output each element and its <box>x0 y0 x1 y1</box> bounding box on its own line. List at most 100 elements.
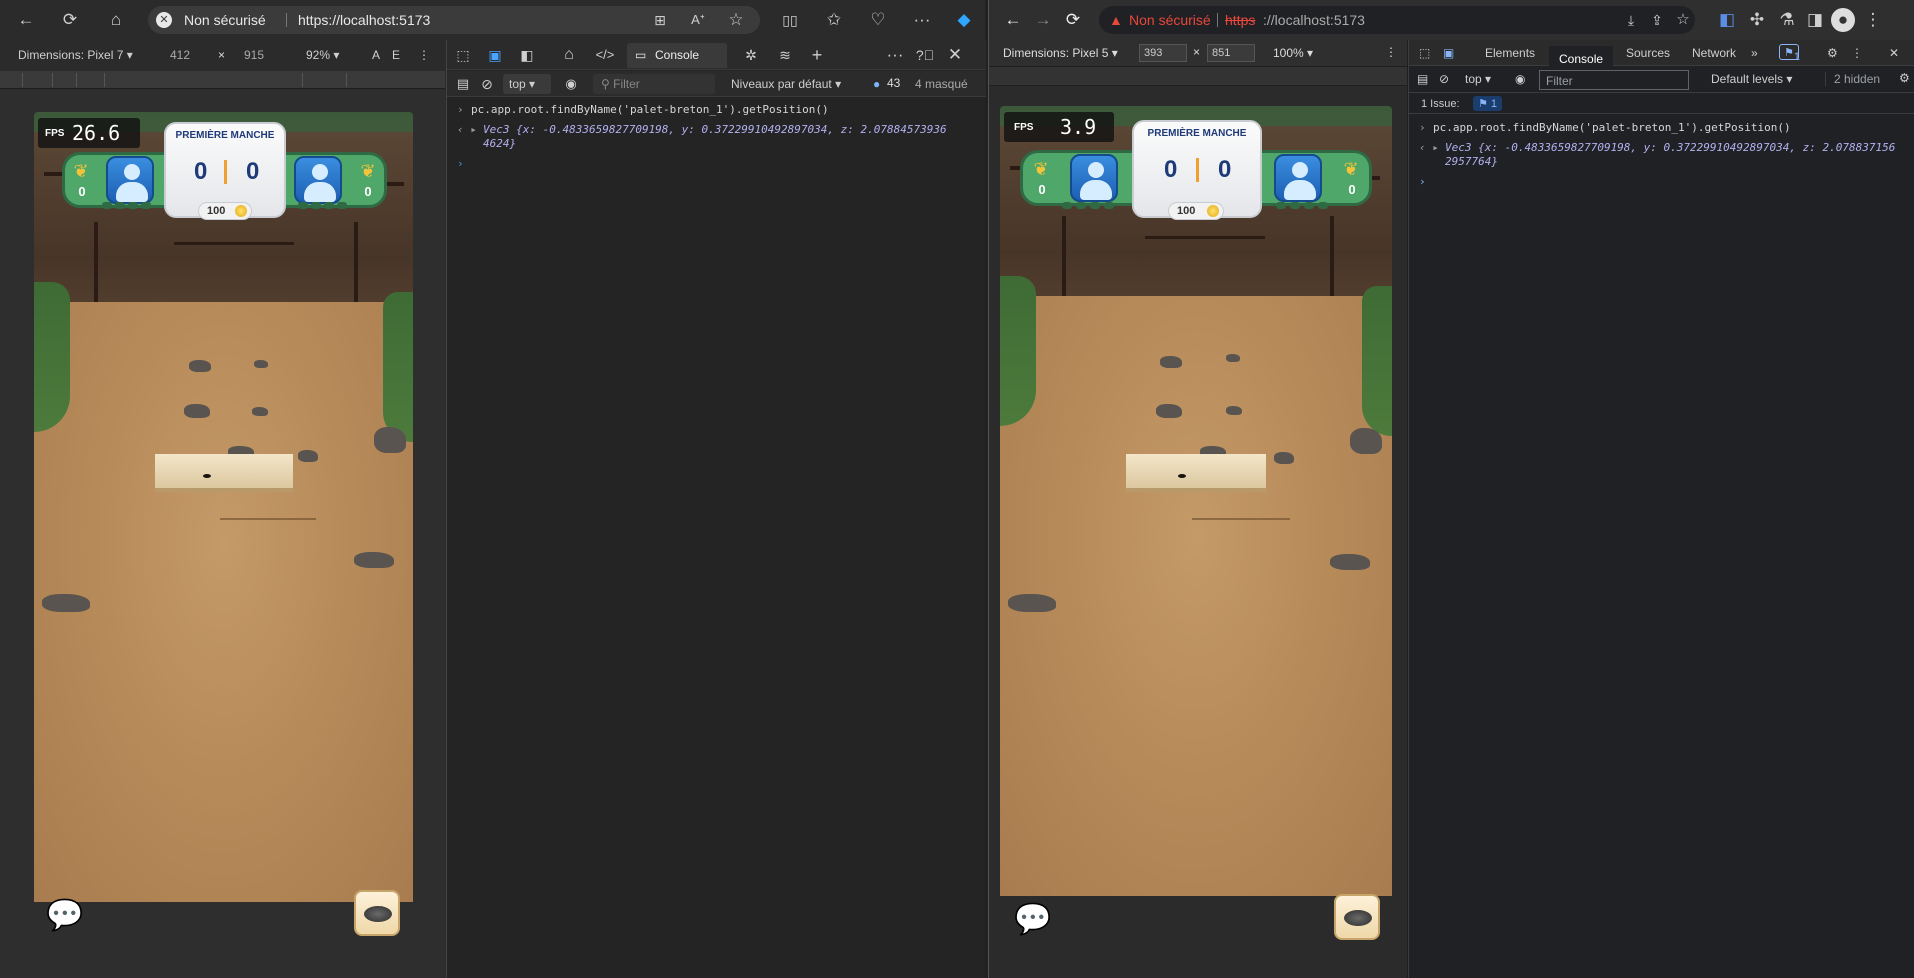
score-right: 0 <box>246 158 260 185</box>
side-panel-icon[interactable]: ◨ <box>1803 8 1827 32</box>
inspect-icon[interactable]: ⬚ <box>1419 46 1430 60</box>
kebab-icon[interactable]: ⋮ <box>1385 45 1397 59</box>
favorites-icon[interactable]: ✩ <box>822 8 846 32</box>
favorite-star-icon[interactable]: ☆ <box>724 8 748 32</box>
sidebar-toggle-icon[interactable]: ▤ <box>451 72 475 96</box>
live-expression-eye-icon[interactable]: ◉ <box>1515 72 1525 86</box>
more-tools-icon[interactable]: ··· <box>883 43 907 67</box>
url-text: https://localhost:5173 <box>298 12 431 28</box>
issues-count-badge[interactable]: ⚑ 1 <box>1473 96 1503 111</box>
throw-puck-button[interactable] <box>354 890 400 936</box>
width-input[interactable]: 393 <box>1139 44 1187 62</box>
tab-network[interactable]: Network <box>1692 46 1736 60</box>
health-icon[interactable]: ♡ <box>866 8 890 32</box>
dock-icon[interactable]: ◧ <box>515 43 539 67</box>
extensions-puzzle-icon[interactable]: ✣ <box>1745 8 1769 32</box>
apps-icon[interactable]: ⊞ <box>648 8 672 32</box>
device-toggle-icon[interactable]: ▣ <box>1443 46 1454 60</box>
device-emulation-icon[interactable]: ▣ <box>483 43 507 67</box>
player-avatar-left <box>106 156 154 204</box>
coin-amount: 100 <box>207 205 226 217</box>
chrome-menu-icon[interactable]: ⋮ <box>1861 8 1885 32</box>
device-select[interactable]: Dimensions: Pixel 5 ▾ <box>1003 46 1118 60</box>
width-input[interactable]: 412 <box>170 48 190 62</box>
context-select[interactable]: top ▾ <box>1465 72 1491 86</box>
settings-gear-icon[interactable]: ⚙ <box>1827 46 1838 60</box>
prompt-chevron-icon: › <box>457 103 464 116</box>
message-count: 43 <box>887 76 901 90</box>
tab-console[interactable]: ▭ Console <box>627 43 727 68</box>
edge-window: ← ⟳ ⌂ ✕ Non sécurisé https://localhost:5… <box>0 0 986 978</box>
tab-elements[interactable]: Elements <box>1485 46 1535 60</box>
sidebar-toggle-icon[interactable]: ▤ <box>1417 72 1428 86</box>
elements-icon[interactable]: </> <box>593 43 617 67</box>
chat-bubble-icon[interactable]: 💬 <box>1012 902 1054 938</box>
height-input[interactable]: 915 <box>244 48 264 62</box>
console-prompt[interactable]: › <box>1409 172 1914 192</box>
kebab-icon[interactable]: ⋮ <box>418 48 430 62</box>
issues-badge[interactable]: ⚑ 1 <box>1779 44 1800 63</box>
log-levels-select[interactable]: Niveaux par défaut ▾ <box>731 77 841 91</box>
dimension-separator: × <box>1193 45 1201 59</box>
throw-puck-button[interactable] <box>1334 894 1380 940</box>
issues-bar[interactable]: 1 Issue: ⚑ 1 <box>1409 94 1914 114</box>
chat-bubble-icon[interactable]: 💬 <box>44 898 86 934</box>
zoom-select[interactable]: 100% ▾ <box>1273 46 1313 60</box>
console-result-line[interactable]: ‹ ▸ Vec3 {x: -0.4833659827709198, y: 0.3… <box>447 120 986 154</box>
back-icon[interactable]: ← <box>1001 8 1025 32</box>
console-result-line[interactable]: ‹ ▸ Vec3 {x: -0.4833659827709198, y: 0.3… <box>1409 138 1914 172</box>
debug-bug-icon[interactable]: ✲ <box>739 43 763 67</box>
install-icon[interactable]: ⤓ <box>1619 8 1643 32</box>
live-expression-eye-icon[interactable]: ◉ <box>559 72 583 96</box>
more-tabs-icon[interactable]: » <box>1751 46 1758 60</box>
edge-toolbar: ← ⟳ ⌂ ✕ Non sécurisé https://localhost:5… <box>0 0 985 40</box>
welcome-home-icon[interactable]: ⌂ <box>557 43 581 67</box>
context-select[interactable]: top ▾ <box>503 74 551 94</box>
console-filter-input[interactable]: Filter <box>1539 70 1689 90</box>
console-output[interactable]: › pc.app.root.findByName('palet-breton_1… <box>447 100 986 174</box>
console-prompt[interactable]: › <box>447 154 986 174</box>
zoom-select[interactable]: 92% ▾ <box>306 48 339 62</box>
reload-icon[interactable]: ⟳ <box>1061 8 1085 32</box>
clear-console-icon[interactable]: ⊘ <box>475 72 499 96</box>
bookmark-star-icon[interactable]: ☆ <box>1671 8 1695 32</box>
add-tool-icon[interactable]: + <box>805 43 829 67</box>
copilot-icon[interactable]: ◆ <box>952 8 976 32</box>
warning-icon: ▲ <box>1109 12 1123 28</box>
laurel-trophy-icon: ❦ <box>360 161 376 181</box>
read-aloud-icon[interactable]: Aᐩ <box>686 8 710 32</box>
console-output[interactable]: › pc.app.root.findByName('palet-breton_1… <box>1409 118 1914 192</box>
profile-avatar-icon[interactable]: ● <box>1831 8 1855 32</box>
home-icon[interactable]: ⌂ <box>104 8 128 32</box>
close-devtools-icon[interactable]: ✕ <box>1889 46 1899 60</box>
forward-icon[interactable]: → <box>1031 8 1055 32</box>
close-devtools-icon[interactable]: ✕ <box>943 43 967 67</box>
share-icon[interactable]: ⇪ <box>1645 8 1669 32</box>
split-screen-icon[interactable]: ▯▯ <box>778 8 802 32</box>
more-icon[interactable]: ··· <box>910 8 934 32</box>
log-levels-select[interactable]: Default levels ▾ <box>1711 72 1792 86</box>
inspect-icon[interactable]: ⬚ <box>451 43 475 67</box>
score-left: 0 <box>1164 156 1178 183</box>
devtools-menu-icon[interactable]: ⋮ <box>1851 46 1863 60</box>
tab-sources[interactable]: Sources <box>1626 46 1670 60</box>
game-canvas[interactable]: FPS 26.6 ❦ ❦ 0 0 PREMIÈRE MANCHE 0 0 100 <box>34 112 413 954</box>
devtools-panel: ⬚ ▣ Elements Console Sources Network » ⚑… <box>1408 40 1914 978</box>
console-filter-input[interactable]: ⚲ Filter <box>593 74 715 94</box>
clear-console-icon[interactable]: ⊘ <box>1439 72 1449 86</box>
help-icon[interactable]: ?⃝ <box>913 43 937 67</box>
console-settings-gear-icon[interactable]: ⚙ <box>1899 71 1910 85</box>
network-wifi-icon[interactable]: ≋ <box>773 43 797 67</box>
player-avatar-left <box>1070 154 1118 202</box>
labs-flask-icon[interactable]: ⚗ <box>1775 8 1799 32</box>
sensor-icon[interactable]: E <box>392 48 400 62</box>
reload-icon[interactable]: ⟳ <box>58 8 82 32</box>
scoreboard-hud: ❦ ❦ 0 0 PREMIÈRE MANCHE 0 0 100 <box>62 122 387 234</box>
game-canvas[interactable]: FPS 3.9 ❦ ❦ 0 0 PREMIÈRE MANCHE 0 0 100 <box>1000 106 1392 958</box>
throttle-icon[interactable]: A <box>372 48 380 62</box>
device-select[interactable]: Dimensions: Pixel 7 ▾ <box>18 48 133 62</box>
height-input[interactable]: 851 <box>1207 44 1255 62</box>
extension-translate-icon[interactable]: ◧ <box>1715 8 1739 32</box>
address-bar[interactable]: ▲ Non sécurisé https ://localhost:5173 ⤓… <box>1099 6 1695 34</box>
back-icon[interactable]: ← <box>14 8 38 32</box>
